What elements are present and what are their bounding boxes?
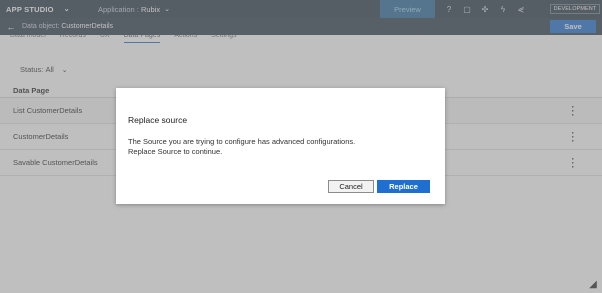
cancel-button[interactable]: Cancel [328,180,374,193]
dialog-message-secondary: Replace Source to continue. [128,147,223,156]
replace-source-dialog: Replace source The Source you are trying… [116,88,445,204]
replace-button[interactable]: Replace [377,180,430,193]
dialog-message: The Source you are trying to configure h… [128,137,356,146]
dialog-title: Replace source [128,115,188,125]
resize-grip-icon[interactable]: ◢ [584,275,602,293]
